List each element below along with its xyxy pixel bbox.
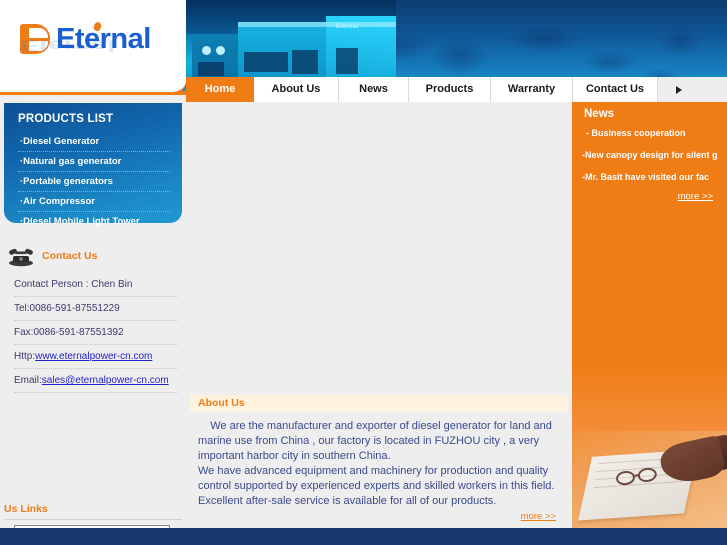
content-stage-placeholder xyxy=(186,102,572,392)
contact-details-list: Contact Person : Chen Bin Tel:0086-591-8… xyxy=(14,273,178,393)
contact-title: Contact Us xyxy=(42,250,98,262)
about-us-more-link[interactable]: more >> xyxy=(521,511,556,522)
nav-more-button[interactable] xyxy=(658,77,727,102)
contact-email-row: Email:sales@eternalpower-cn.com xyxy=(14,369,178,393)
nav-item-contact-us[interactable]: Contact Us xyxy=(573,77,658,102)
news-title: News xyxy=(584,108,615,120)
site-logo[interactable]: Eternal Eternal xyxy=(0,0,186,95)
contact-http-row: Http:www.eternalpower-cn.com xyxy=(14,345,178,369)
telephone-icon xyxy=(6,245,36,267)
photo-window-row-2 xyxy=(292,50,318,74)
news-item-new-canopy-design[interactable]: -New canopy design for silent g xyxy=(582,150,722,160)
news-item-mr-basit-visit[interactable]: -Mr. Basit have visited our fac xyxy=(582,172,722,182)
photo-lamp-2 xyxy=(216,46,225,55)
about-us-title: About Us xyxy=(190,395,568,412)
website-link[interactable]: www.eternalpower-cn.com xyxy=(35,351,152,362)
products-list-title: PRODUCTS LIST xyxy=(18,113,114,125)
main-content: About Us We are the manufacturer and exp… xyxy=(186,102,572,528)
product-item-diesel-generator[interactable]: ·Diesel Generator xyxy=(18,132,170,152)
left-sidebar: PRODUCTS LIST ·Diesel Generator ·Natural… xyxy=(0,95,186,545)
product-item-natural-gas-generator[interactable]: ·Natural gas generator xyxy=(18,152,170,172)
page-footer xyxy=(0,528,727,545)
photo-window-row-1 xyxy=(244,52,288,72)
page-root: Eternal Eternal Eternal Home About Us Ne… xyxy=(0,0,727,545)
product-item-diesel-mobile-light-tower[interactable]: ·Diesel Mobile Light Tower xyxy=(18,212,170,231)
nav-item-warranty[interactable]: Warranty xyxy=(491,77,573,102)
nav-item-about-us[interactable]: About Us xyxy=(254,77,339,102)
triangle-right-icon xyxy=(676,85,682,94)
news-more-link[interactable]: more >> xyxy=(678,191,713,202)
contact-email-label: Email: xyxy=(14,375,42,386)
contact-tel-row: Tel:0086-591-87551229 xyxy=(14,297,178,321)
photo-window-row-4 xyxy=(198,62,224,76)
product-item-air-compressor[interactable]: ·Air Compressor xyxy=(18,192,170,212)
photo-roofline xyxy=(238,22,396,27)
us-links-divider xyxy=(4,519,182,520)
logo-reflection: Eternal xyxy=(20,36,115,54)
contact-person-row: Contact Person : Chen Bin xyxy=(14,273,178,297)
products-list-panel: PRODUCTS LIST ·Diesel Generator ·Natural… xyxy=(4,103,182,227)
nav-item-home[interactable]: Home xyxy=(186,77,254,102)
photo-lamp-1 xyxy=(202,46,211,55)
contact-header: Contact Us xyxy=(6,245,97,267)
telephone-icon-svg xyxy=(9,248,33,267)
about-us-body: We are the manufacturer and exporter of … xyxy=(198,420,555,507)
email-link[interactable]: sales@eternalpower-cn.com xyxy=(42,375,169,386)
contact-http-label: Http: xyxy=(14,351,36,362)
main-navigation: Home About Us News Products Warranty Con… xyxy=(186,77,727,102)
photo-wall-logo: Eternal xyxy=(336,24,359,30)
right-sidebar: News - Business cooperation -New canopy … xyxy=(572,95,727,528)
nav-item-products[interactable]: Products xyxy=(409,77,491,102)
contact-fax-row: Fax:0086-591-87551392 xyxy=(14,321,178,345)
hand-writing-with-glasses-photo xyxy=(572,431,727,528)
news-item-business-cooperation[interactable]: - Business cooperation xyxy=(586,128,726,138)
product-item-portable-generators[interactable]: ·Portable generators xyxy=(18,172,170,192)
about-us-panel: About Us We are the manufacturer and exp… xyxy=(190,395,568,528)
photo-window-row-3 xyxy=(336,48,358,74)
nav-item-news[interactable]: News xyxy=(339,77,409,102)
us-links-title: Us Links xyxy=(4,503,48,515)
